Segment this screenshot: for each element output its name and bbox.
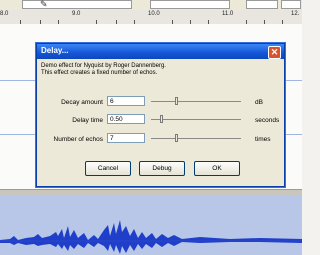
number-of-echos-input[interactable]: 7 (107, 133, 145, 143)
decay-amount-label: Decay amount (61, 99, 103, 106)
decay-amount-slider[interactable] (151, 97, 241, 105)
delay-time-slider[interactable] (151, 115, 241, 123)
slider-thumb[interactable] (175, 134, 178, 142)
description-line: This effect creates a fixed number of ec… (41, 70, 158, 76)
pencil-icon[interactable]: ✎ (40, 0, 48, 10)
number-of-echos-unit: times (255, 136, 271, 143)
dialog-titlebar[interactable]: Delay... ✕ (37, 44, 284, 59)
waveform (0, 196, 302, 255)
delay-time-unit: seconds (255, 117, 280, 124)
ruler-tick-label: 11.0 (222, 11, 234, 17)
ruler-tick-label: 12. (291, 11, 300, 17)
close-icon[interactable]: ✕ (268, 46, 281, 59)
number-of-echos-slider[interactable] (151, 134, 241, 142)
delay-time-label: Delay time (72, 117, 103, 124)
dialog-title: Delay... (41, 46, 69, 55)
ruler-tick-label: 10.0 (148, 11, 160, 17)
toolbar-field[interactable] (281, 0, 301, 9)
toolbar-field[interactable] (22, 0, 132, 9)
dialog-description: Demo effect for Nyquist by Roger Dannenb… (41, 63, 166, 77)
audio-track-lower[interactable] (0, 196, 302, 255)
toolbar-field[interactable] (150, 0, 230, 9)
decay-amount-input[interactable]: 6 (107, 96, 145, 106)
ok-button[interactable]: OK (194, 161, 240, 176)
debug-button[interactable]: Debug (139, 161, 185, 176)
decay-amount-unit: dB (255, 99, 263, 106)
slider-thumb[interactable] (160, 115, 163, 123)
cancel-button[interactable]: Cancel (85, 161, 131, 176)
ruler-tick-label: 8.0 (0, 11, 9, 17)
delay-time-input[interactable]: 0.50 (107, 114, 145, 124)
toolbar-field[interactable] (246, 0, 278, 9)
ruler-tick-label: 9.0 (72, 11, 81, 17)
timeline-ruler[interactable]: 8.0 9.0 10.0 11.0 12. (0, 10, 302, 25)
slider-thumb[interactable] (175, 97, 178, 105)
description-line: Demo effect for Nyquist by Roger Dannenb… (41, 63, 166, 69)
number-of-echos-label: Number of echos (53, 136, 104, 143)
delay-dialog: Delay... ✕ Demo effect for Nyquist by Ro… (36, 43, 285, 187)
